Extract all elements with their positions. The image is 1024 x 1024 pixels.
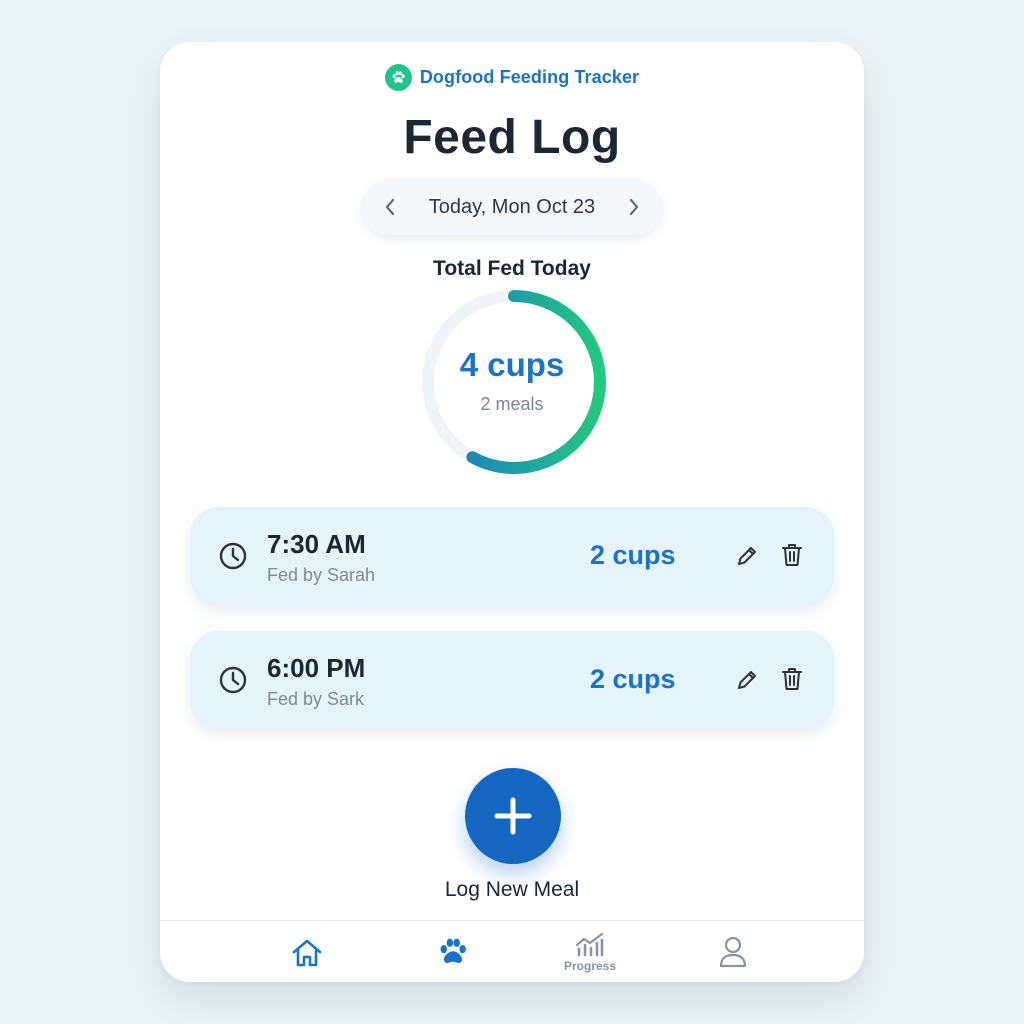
total-fed-label: Total Fed Today — [433, 257, 591, 280]
trash-icon[interactable] — [779, 665, 805, 693]
nav-feeding[interactable] — [413, 921, 493, 982]
date-navigator: Today, Mon Oct 23 — [362, 179, 662, 235]
chart-icon — [575, 932, 604, 957]
entry-time: 7:30 AM — [267, 529, 366, 559]
nav-profile[interactable] — [693, 921, 773, 982]
page-title: Feed Log — [403, 111, 621, 164]
meal-count: 2 meals — [480, 394, 544, 414]
chevron-left-icon[interactable] — [378, 195, 402, 219]
paw-icon — [440, 938, 466, 963]
total-cups-value: 4 cups — [459, 346, 565, 383]
entry-amount: 2 cups — [590, 540, 676, 570]
app-name: Dogfood Feeding Tracker — [419, 67, 640, 87]
plus-icon — [494, 797, 532, 835]
nav-home[interactable] — [267, 921, 347, 982]
nav-progress-label: Progress — [563, 959, 617, 973]
clock-icon — [219, 666, 247, 694]
log-new-meal-label: Log New Meal — [444, 878, 580, 901]
entry-time: 6:00 PM — [267, 653, 366, 683]
pencil-icon[interactable] — [734, 543, 760, 569]
user-icon — [719, 936, 747, 968]
bottom-nav: Progress — [160, 920, 864, 982]
app-brand: Dogfood Feeding Tracker — [160, 64, 864, 91]
pencil-icon[interactable] — [734, 667, 760, 693]
feed-entry[interactable]: 7:30 AM Fed by Sarah 2 cups — [190, 507, 834, 605]
date-label: Today, Mon Oct 23 — [428, 195, 596, 218]
paw-icon — [384, 64, 412, 91]
chevron-right-icon[interactable] — [622, 195, 646, 219]
clock-icon — [219, 542, 247, 570]
log-new-meal-button[interactable] — [465, 768, 561, 864]
app-card: Dogfood Feeding Tracker Feed Log Today, … — [160, 42, 864, 982]
entry-fed-by: Fed by Sark — [267, 689, 365, 709]
entry-fed-by: Fed by Sarah — [267, 565, 376, 585]
nav-progress[interactable]: Progress — [550, 921, 630, 982]
home-icon — [292, 939, 322, 967]
trash-icon[interactable] — [779, 541, 805, 569]
feed-entry[interactable]: 6:00 PM Fed by Sark 2 cups — [190, 631, 834, 729]
entry-amount: 2 cups — [590, 664, 676, 694]
